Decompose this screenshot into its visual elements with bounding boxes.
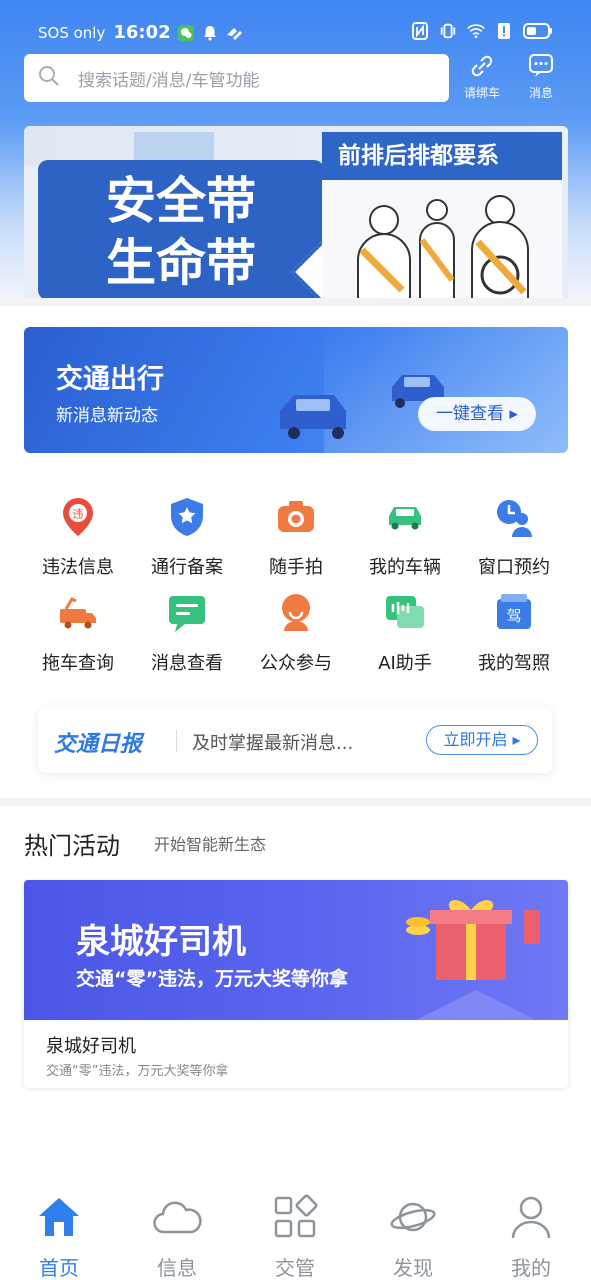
tab-home[interactable]: 首页 [19, 1192, 99, 1280]
messages-button[interactable]: 消息 [516, 52, 566, 108]
service-item[interactable]: AI助手 [351, 591, 459, 681]
service-label: 公众参与 [260, 653, 332, 674]
daily-separator [176, 730, 177, 752]
search-placeholder: 搜索话题/消息/车管功能 [78, 70, 260, 91]
service-item[interactable]: 驾我的驾照 [460, 591, 568, 681]
tab-grid[interactable]: 交管 [255, 1192, 335, 1280]
alert-icon [495, 22, 513, 40]
tab-label: 我的 [511, 1256, 551, 1280]
service-item[interactable]: 窗口预约 [460, 495, 568, 585]
banner-slogan-line2: 生命带 [106, 234, 256, 292]
bind-car-button[interactable]: 请绑车 [457, 52, 507, 108]
link-icon [471, 55, 493, 77]
user-clock-icon [492, 495, 536, 539]
search-icon [38, 65, 60, 91]
messages-label: 消息 [528, 86, 553, 100]
shield-star-icon [165, 495, 209, 539]
ai-chat-icon [383, 591, 427, 635]
grid-icon [255, 1192, 335, 1246]
tab-user[interactable]: 我的 [491, 1192, 571, 1280]
service-item[interactable]: 拖车查询 [24, 591, 132, 681]
wifi-icon [467, 22, 485, 40]
daily-report-brand: 交通日报 [54, 732, 143, 757]
open-now-button[interactable]: 立即开启 ▸ [426, 725, 538, 755]
service-item[interactable]: 通行备案 [133, 495, 241, 585]
service-item[interactable]: 公众参与 [242, 591, 350, 681]
service-label: 我的驾照 [478, 653, 550, 674]
hot-activities-title: 热门活动 [24, 832, 120, 860]
svg-text:违: 违 [73, 508, 84, 521]
activity-desc: 交通“零”违法，万元大奖等你拿 [46, 1064, 229, 1079]
tab-label: 信息 [157, 1256, 197, 1280]
nfc-icon [411, 22, 429, 40]
planet-icon [373, 1192, 453, 1246]
bell-icon [201, 24, 219, 42]
chat-bubble-icon [529, 54, 553, 77]
view-now-button[interactable]: 一键查看 ▸ [418, 397, 536, 431]
service-item[interactable]: 我的车辆 [351, 495, 459, 585]
gift-box-illustration [406, 900, 540, 1020]
bind-car-label: 请绑车 [463, 86, 500, 100]
tab-label: 发现 [393, 1256, 433, 1280]
vibrate-icon [439, 22, 457, 40]
person-icon [274, 591, 318, 635]
clock: 16:02 [113, 22, 171, 43]
service-item[interactable]: 违违法信息 [24, 495, 132, 585]
activity-image-subtitle: 交通“零”违法，万元大奖等你拿 [76, 968, 348, 990]
message-icon [165, 591, 209, 635]
banner-slogan-board: 安全带 生命带 [38, 160, 324, 300]
section-divider [0, 298, 591, 306]
banner-building [134, 132, 214, 162]
activity-image: 泉城好司机 交通“零”违法，万元大奖等你拿 [24, 880, 568, 1020]
tab-label: 首页 [39, 1256, 79, 1280]
traffic-news-card[interactable]: 交通出行 新消息新动态 一键查看 ▸ [24, 327, 568, 453]
daily-report-bar[interactable]: 交通日报 及时掌握最新消息... 立即开启 ▸ [38, 707, 552, 773]
cloud-icon [137, 1192, 217, 1246]
section-divider [0, 798, 591, 806]
app-notification-icon [225, 24, 243, 42]
passengers-illustration [357, 195, 529, 300]
user-icon [491, 1192, 571, 1246]
daily-report-desc: 及时掌握最新消息... [192, 733, 354, 754]
activity-name: 泉城好司机 [46, 1036, 136, 1057]
safety-banner[interactable]: 安全带 生命带 前排后排都要系 [24, 126, 568, 300]
activity-card[interactable]: 泉城好司机 交通“零”违法，万元大奖等你拿 泉城好司机 交通“零”违法，万元大奖… [24, 880, 568, 1088]
service-label: 我的车辆 [369, 557, 441, 578]
camera-icon [274, 495, 318, 539]
service-item[interactable]: 消息查看 [133, 591, 241, 681]
home-icon [19, 1192, 99, 1246]
service-label: 窗口预约 [478, 557, 550, 578]
banner-illustration: 前排后排都要系 [322, 132, 562, 300]
wechat-notification-icon [177, 24, 195, 42]
tab-cloud[interactable]: 信息 [137, 1192, 217, 1280]
traffic-card-subtitle: 新消息新动态 [56, 406, 158, 426]
activity-image-title: 泉城好司机 [76, 922, 246, 962]
carrier-label: SOS only [38, 23, 106, 42]
search-input[interactable]: 搜索话题/消息/车管功能 [24, 54, 449, 102]
tow-truck-icon [56, 591, 100, 635]
violation-pin-icon: 违 [56, 495, 100, 539]
service-label: 消息查看 [151, 653, 223, 674]
battery-icon [523, 22, 553, 40]
bottom-tab-bar: 首页 信息 交管 发现 我的 [0, 1180, 591, 1280]
service-label: AI助手 [378, 653, 432, 674]
service-label: 拖车查询 [42, 653, 114, 674]
service-label: 通行备案 [151, 557, 223, 578]
service-label: 随手拍 [269, 557, 323, 578]
tab-planet[interactable]: 发现 [373, 1192, 453, 1280]
license-icon: 驾 [492, 591, 536, 635]
tab-label: 交管 [275, 1256, 315, 1280]
car-icon [383, 495, 427, 539]
service-label: 违法信息 [42, 557, 114, 578]
hot-activities-subtitle: 开始智能新生态 [154, 835, 267, 854]
traffic-card-title: 交通出行 [56, 364, 164, 395]
banner-right-title: 前排后排都要系 [322, 132, 562, 180]
banner-slogan-line1: 安全带 [106, 172, 256, 230]
svg-text:驾: 驾 [506, 607, 521, 625]
service-item[interactable]: 随手拍 [242, 495, 350, 585]
